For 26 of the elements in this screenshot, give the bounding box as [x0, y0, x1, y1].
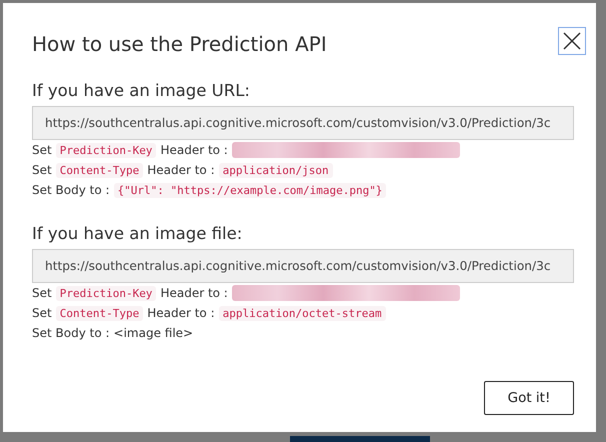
instruction-text: Header to :: [147, 163, 215, 177]
instruction-text: Set: [32, 163, 52, 177]
section-heading: If you have an image URL:: [32, 81, 251, 100]
instruction-text: Set: [32, 143, 52, 157]
header-name: Prediction-Key: [56, 286, 156, 300]
close-button[interactable]: [558, 27, 586, 55]
section-heading: If you have an image file:: [32, 224, 244, 243]
instruction-text: Header to :: [160, 143, 228, 157]
header-name: Prediction-Key: [56, 142, 156, 158]
header-name: Content-Type: [56, 162, 144, 178]
header-value: application/json: [218, 162, 333, 178]
body-value: <image file>: [114, 326, 194, 340]
instruction-text: Header to :: [160, 286, 228, 300]
header-value: application/octet-stream: [218, 306, 386, 320]
instruction-text: Set: [32, 306, 52, 320]
body-value: {"Url": "https://example.com/image.png"}: [114, 182, 386, 198]
close-icon: [563, 32, 581, 50]
url-field[interactable]: https://southcentralus.api.cognitive.microsoft.com/customvision/v3.0/Prediction/3c: [32, 106, 574, 140]
instruction-text: Set Body to :: [32, 326, 110, 340]
dialog-title: How to use the Prediction API: [32, 32, 327, 56]
header-name: Content-Type: [56, 306, 144, 320]
instruction-text: Header to :: [147, 306, 215, 320]
got-it-button[interactable]: Got it!: [484, 381, 574, 415]
instruction-text: Set: [32, 286, 52, 300]
url-field[interactable]: https://southcentralus.api.cognitive.microsoft.com/customvision/v3.0/Prediction/3c: [32, 249, 574, 283]
instruction-text: Set Body to :: [32, 183, 110, 197]
